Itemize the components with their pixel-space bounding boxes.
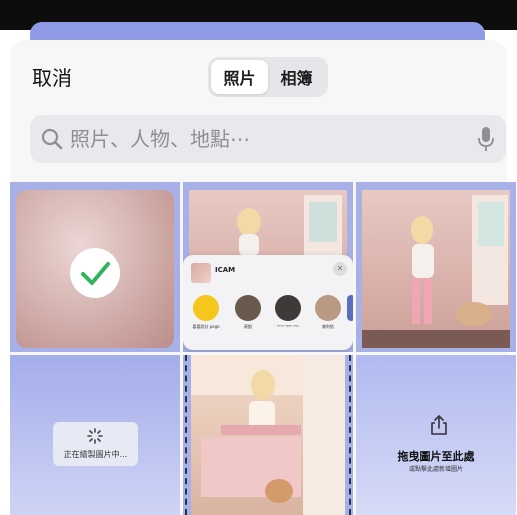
contact-name: 喜喜設計 pego (192, 324, 220, 329)
segmented-control: 照片 相簿 (208, 57, 328, 97)
spinner-icon (87, 428, 103, 444)
checkmark-icon (70, 248, 120, 298)
photo-tile[interactable]: ICAM ✕ 喜喜設計 pego 蔡凱 ᴿᴼˢᴱ ᴾᴬᴿᴷ ᴱᴺᴳ 謝利佑 (183, 182, 353, 352)
photo-scene (362, 195, 510, 348)
photo-tile[interactable] (183, 355, 353, 515)
contact-avatar[interactable] (235, 295, 261, 321)
contact-list: 喜喜設計 pego 蔡凱 ᴿᴼˢᴱ ᴾᴬᴿᴷ ᴱᴺᴳ 謝利佑 (187, 295, 353, 341)
cancel-button[interactable]: 取消 (32, 62, 72, 91)
contact-avatar[interactable] (275, 295, 301, 321)
blurred-photo (16, 190, 174, 348)
photo-thumbnail (191, 355, 345, 515)
contact-name: 蔡凱 (244, 324, 252, 329)
photo-thumbnail (362, 190, 510, 348)
share-thumbnail (191, 263, 211, 283)
share-upload-icon (431, 415, 447, 435)
photo-scene (191, 355, 345, 515)
search-icon (41, 128, 63, 150)
drop-guide-line (185, 355, 187, 515)
contact-avatar[interactable] (193, 295, 219, 321)
drop-zone[interactable]: 拖曳圖片至此處 或點擊此處新增圖片 (356, 355, 516, 515)
drop-title: 拖曳圖片至此處 (397, 450, 475, 463)
tab-photos[interactable]: 照片 (211, 60, 268, 94)
photo-tile-selected[interactable] (10, 182, 180, 352)
drop-area[interactable]: 拖曳圖片至此處 或點擊此處新增圖片 (356, 355, 516, 515)
contact-name: 謝利佑 (322, 324, 334, 329)
microphone-icon[interactable] (476, 125, 496, 153)
search-bar[interactable] (30, 115, 506, 163)
loading-indicator: 正在繪製圖片中... (53, 422, 138, 466)
drop-guide-line (349, 355, 351, 515)
photo-tile[interactable] (356, 182, 516, 352)
loading-text: 正在繪製圖片中... (63, 450, 128, 459)
contact-avatar[interactable] (347, 295, 353, 321)
close-icon[interactable]: ✕ (333, 262, 347, 276)
share-app-name: ICAM (215, 266, 236, 274)
drop-subtitle: 或點擊此處新增圖片 (408, 466, 463, 473)
search-input[interactable] (70, 123, 450, 155)
tab-albums[interactable]: 相簿 (268, 60, 325, 94)
share-popup: ICAM ✕ 喜喜設計 pego 蔡凱 ᴿᴼˢᴱ ᴾᴬᴿᴷ ᴱᴺᴳ 謝利佑 (183, 255, 353, 350)
contact-name: ᴿᴼˢᴱ ᴾᴬᴿᴷ ᴱᴺᴳ (277, 324, 299, 329)
contact-avatar[interactable] (315, 295, 341, 321)
photo-tile-loading[interactable]: 正在繪製圖片中... (10, 355, 180, 515)
